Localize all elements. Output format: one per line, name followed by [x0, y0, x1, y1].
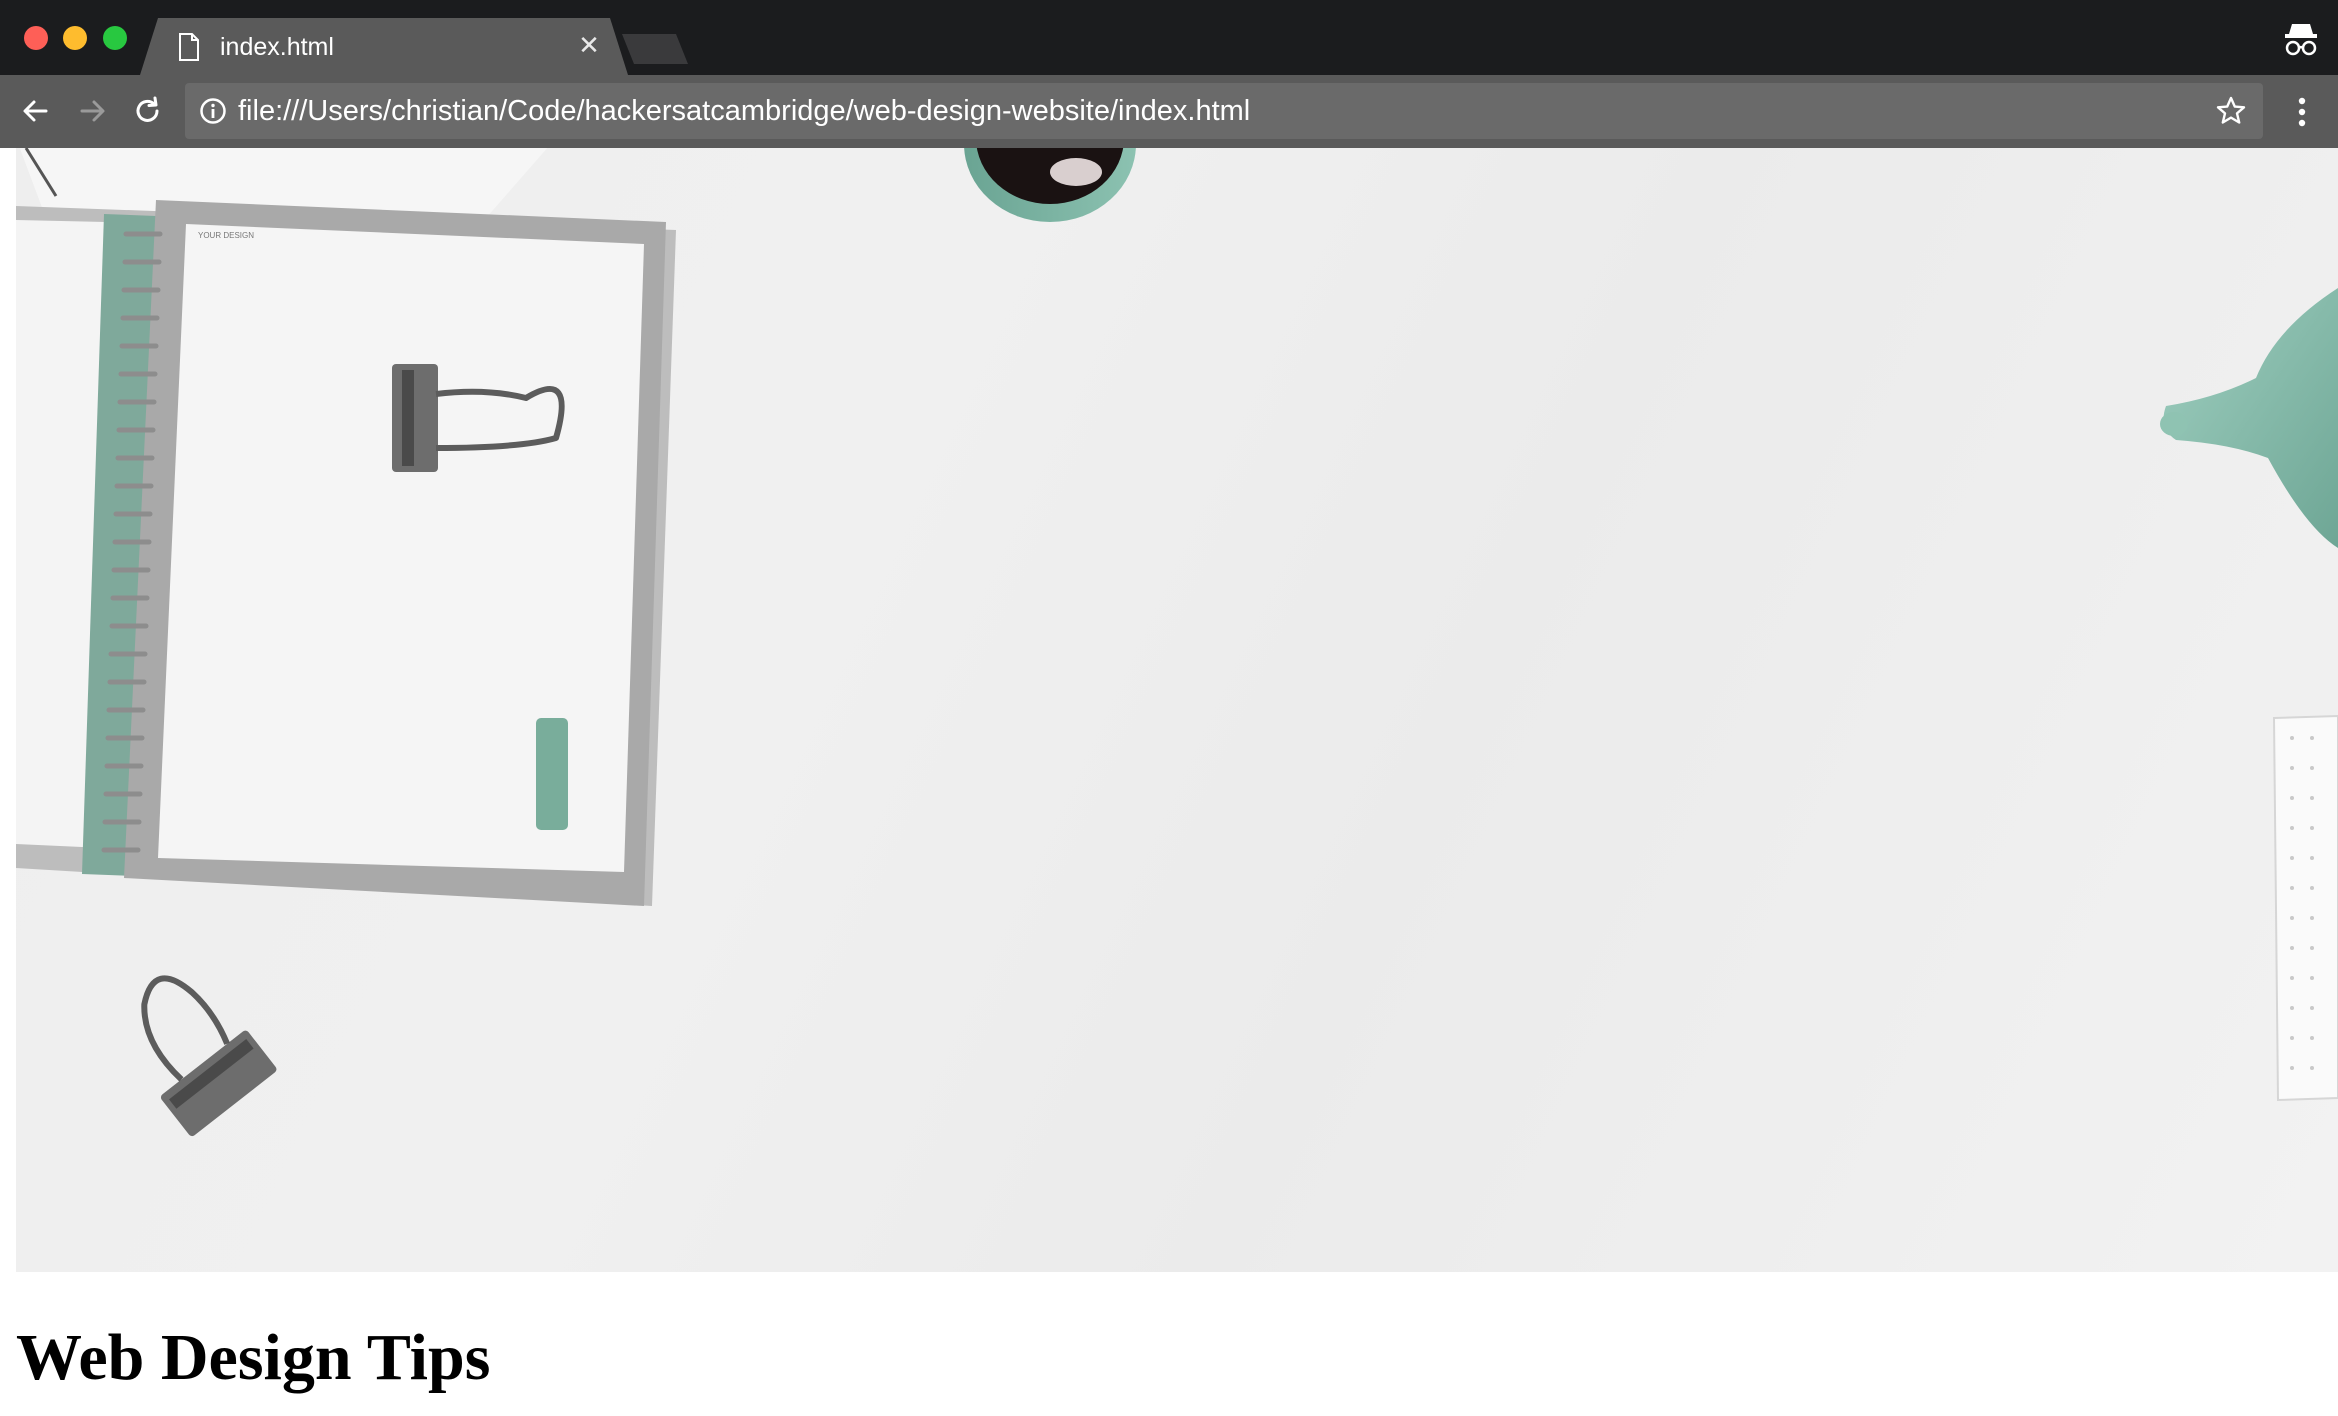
hero-image: YOUR DESIGN	[16, 148, 2338, 1272]
page-title: Web Design Tips	[16, 1321, 491, 1394]
document-icon	[178, 33, 200, 61]
url-text[interactable]: file:///Users/christian/Code/hackersatca…	[238, 94, 1250, 128]
arrow-left-icon[interactable]	[16, 91, 56, 131]
address-bar[interactable]: file:///Users/christian/Code/hackersatca…	[185, 83, 2263, 139]
info-icon[interactable]	[199, 97, 227, 125]
browser-titlebar: index.html ✕	[0, 0, 2338, 75]
close-icon[interactable]: ✕	[574, 30, 604, 60]
svg-text:YOUR DESIGN: YOUR DESIGN	[198, 231, 254, 240]
reload-icon[interactable]	[128, 91, 168, 131]
kebab-menu-icon[interactable]	[2290, 93, 2314, 131]
page-viewport: YOUR DESIGN Web Design Tips	[0, 148, 2338, 1416]
tab-title: index.html	[220, 33, 334, 61]
star-icon[interactable]	[2215, 95, 2247, 127]
arrow-right-icon[interactable]	[72, 91, 112, 131]
close-window-button[interactable]	[24, 26, 48, 50]
browser-tab[interactable]: index.html ✕	[140, 18, 628, 75]
maximize-window-button[interactable]	[103, 26, 127, 50]
incognito-icon[interactable]	[2284, 18, 2318, 58]
browser-toolbar: file:///Users/christian/Code/hackersatca…	[0, 75, 2338, 148]
desk-flatlay-image: YOUR DESIGN	[16, 148, 2338, 1137]
new-tab-button[interactable]	[622, 34, 688, 64]
minimize-window-button[interactable]	[63, 26, 87, 50]
